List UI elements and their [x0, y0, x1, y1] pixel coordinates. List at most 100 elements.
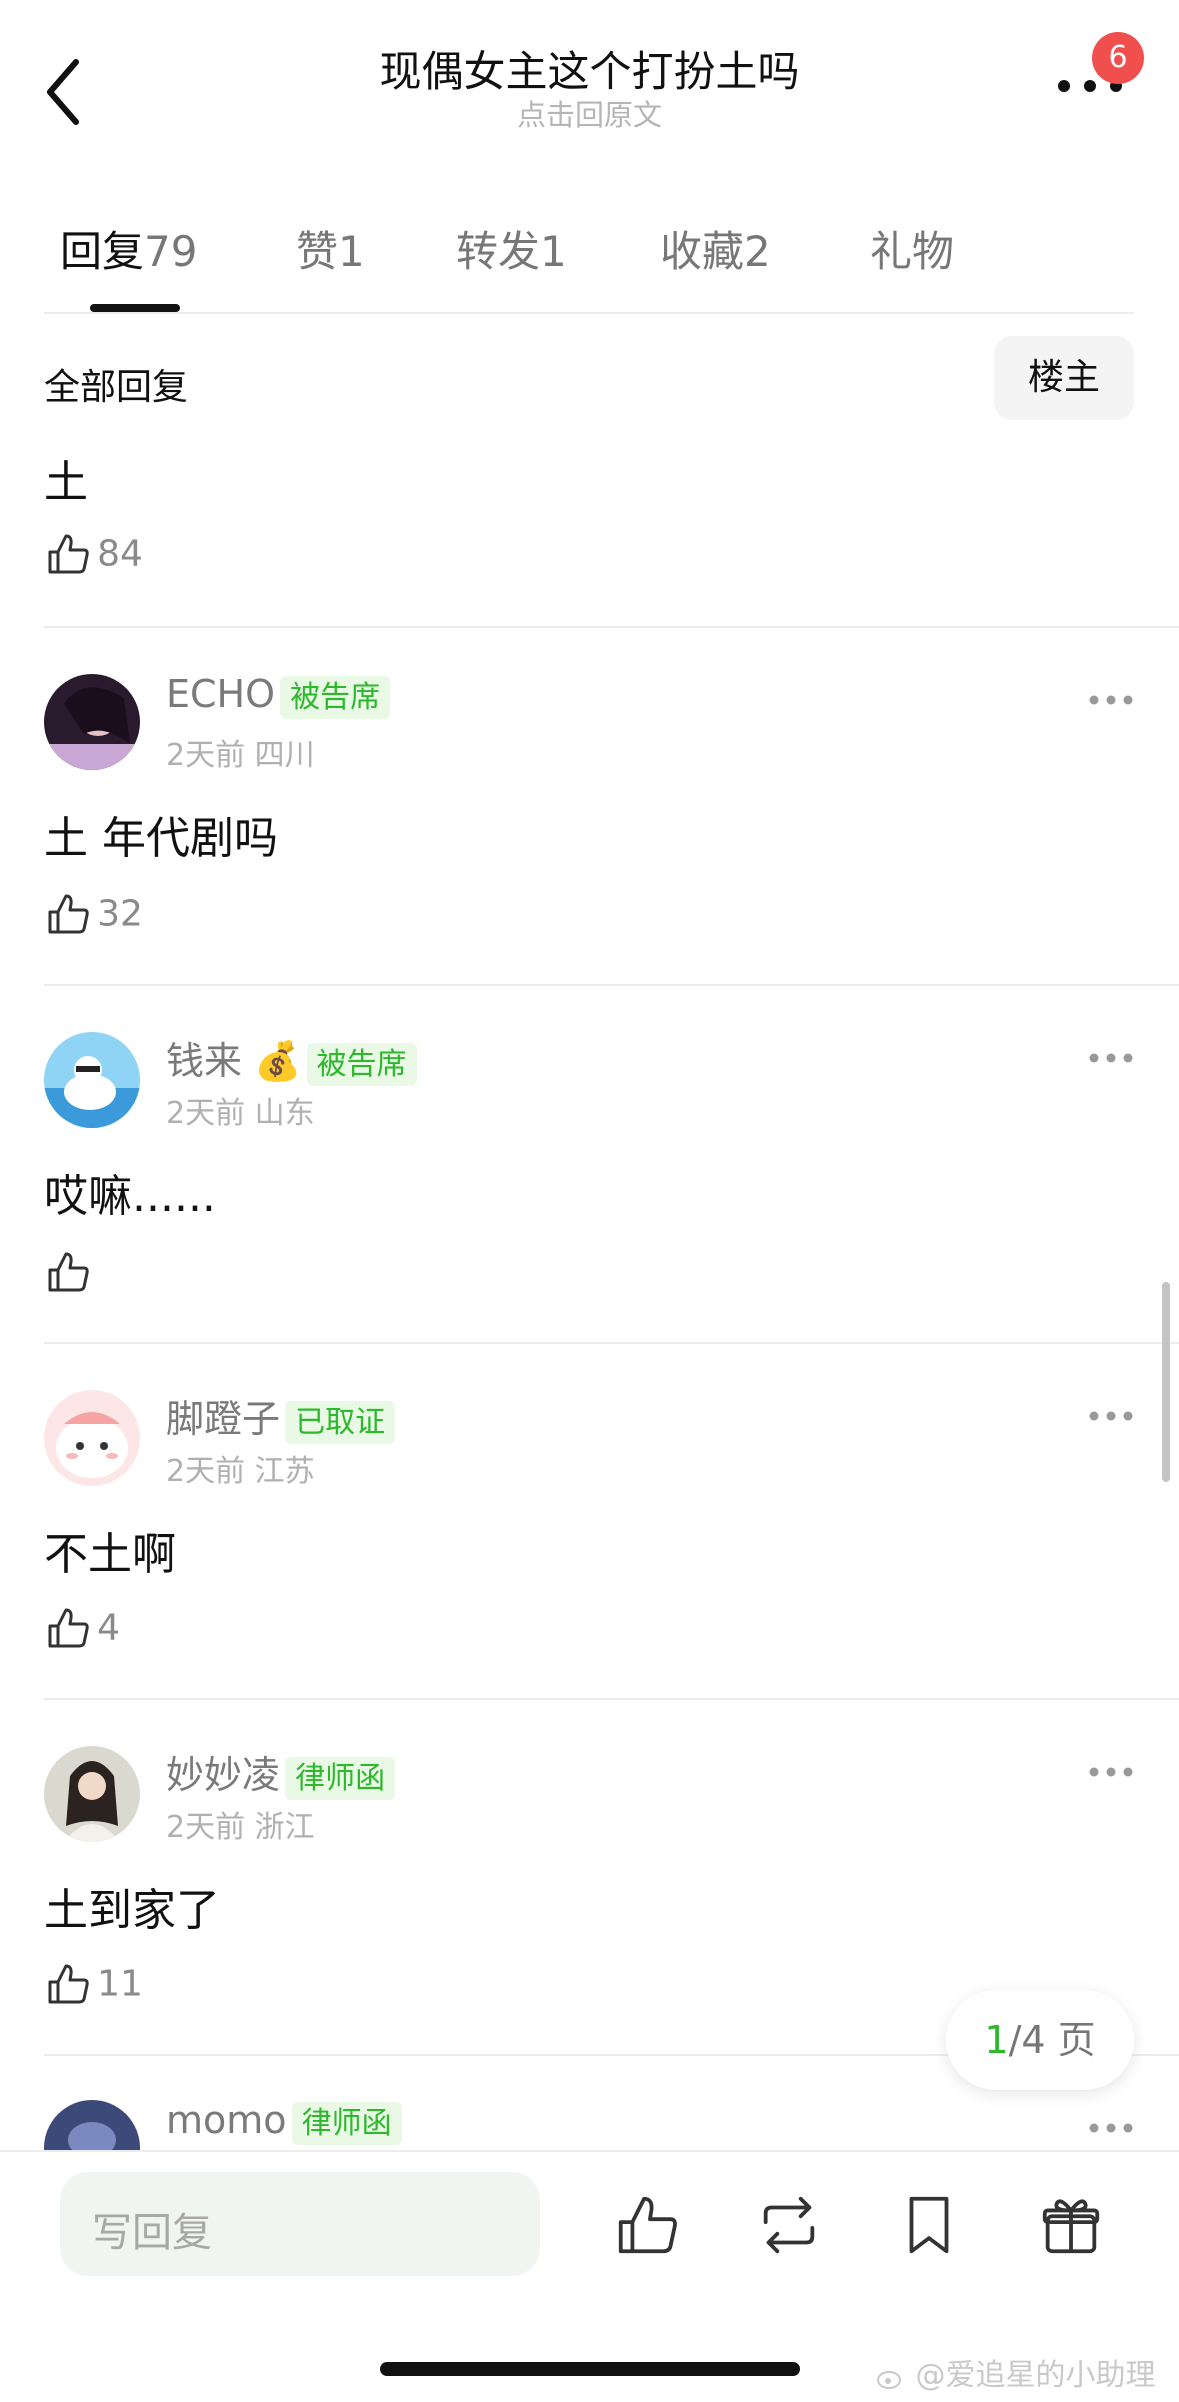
divider: [0, 2150, 1179, 2152]
like-post-button[interactable]: [612, 2190, 682, 2260]
all-replies-label: 全部回复: [44, 367, 189, 408]
username[interactable]: ECHO: [166, 672, 275, 716]
bookmark-button[interactable]: [894, 2190, 964, 2260]
comment-location: 山东: [254, 1096, 315, 1131]
current-page: 1: [984, 2018, 1009, 2062]
divider: [44, 626, 1179, 628]
like-count: 4: [97, 1607, 120, 1649]
scrollbar[interactable]: [1162, 1282, 1170, 1482]
like-button[interactable]: 32: [44, 890, 143, 942]
op-only-button[interactable]: 楼主: [994, 336, 1134, 420]
more-icon: [1089, 1767, 1133, 1777]
comment-location: 江苏: [254, 1454, 315, 1489]
tab-count: 79: [144, 227, 198, 276]
thumbs-up-icon: [48, 1608, 89, 1648]
more-icon: [1089, 1411, 1133, 1421]
comment-location: 浙江: [254, 1810, 315, 1845]
repost-button[interactable]: [754, 2190, 824, 2260]
user-tag: 已取证: [285, 1401, 396, 1444]
like-button[interactable]: 4: [44, 1604, 120, 1656]
tab-reposts[interactable]: 转发1: [456, 218, 567, 279]
comment-meta: 2天前 山东: [166, 1088, 315, 1132]
more-icon: [1089, 2123, 1133, 2133]
comment-header: momo 律师函: [166, 2098, 402, 2145]
comment-header: ECHO 被告席: [166, 672, 391, 719]
comment-meta: 2天前 四川: [166, 730, 315, 774]
comment-more-button[interactable]: [1088, 2120, 1134, 2134]
comment-time: 2天前: [166, 1096, 246, 1131]
comment-time: 2天前: [166, 1454, 246, 1489]
divider: [44, 312, 1134, 314]
thumbs-up-icon: [48, 1964, 89, 2004]
back-to-original-link[interactable]: 点击回原文: [0, 92, 1179, 134]
notification-badge: 6: [1092, 32, 1144, 84]
like-button[interactable]: 84: [44, 530, 143, 582]
like-button[interactable]: [44, 1248, 92, 1300]
user-tag: 律师函: [285, 1757, 396, 1800]
username[interactable]: 脚蹬子: [166, 1397, 280, 1441]
thumbs-up-icon: [48, 894, 89, 934]
comment-more-button[interactable]: [1088, 1050, 1134, 1064]
like-count: 32: [97, 893, 143, 935]
user-tag: 律师函: [291, 2102, 402, 2145]
bookmark-icon: [909, 2196, 949, 2254]
tab-likes[interactable]: 赞1: [296, 218, 365, 279]
tab-label: 礼物: [870, 227, 955, 276]
avatar[interactable]: [44, 1390, 140, 1486]
more-icon: [1089, 695, 1133, 705]
comment-time: 2天前: [166, 1810, 246, 1845]
list-item: momo 律师函: [0, 2096, 1179, 2150]
tab-gifts[interactable]: 礼物: [870, 218, 954, 279]
like-count: 84: [97, 533, 143, 575]
comment-meta: 2天前 浙江: [166, 1802, 315, 1846]
divider: [44, 1342, 1179, 1344]
total-pages: /4 页: [1008, 2018, 1096, 2062]
comment-time: 2天前: [166, 738, 246, 773]
page-title: 现偶女主这个打扮土吗: [379, 47, 800, 96]
user-tag: 被告席: [306, 1043, 417, 1086]
comment-header: 钱来 💰 被告席: [166, 1030, 417, 1086]
avatar[interactable]: [44, 1032, 140, 1128]
comment-text: 不土啊: [44, 1529, 176, 1580]
comment-header: 脚蹬子 已取证: [166, 1388, 396, 1444]
username[interactable]: 妙妙凌: [166, 1753, 280, 1797]
comment-location: 四川: [254, 738, 315, 773]
watermark: @爱追星的小助理: [876, 2350, 1156, 2394]
divider: [44, 1698, 1179, 1700]
like-count: 11: [97, 1963, 143, 2005]
tab-count: 1: [338, 227, 365, 276]
tab-label: 回复: [60, 227, 145, 276]
gift-icon: [1042, 2199, 1100, 2254]
comment-more-button[interactable]: [1088, 1408, 1134, 1422]
tab-label: 赞: [296, 227, 339, 276]
home-indicator[interactable]: [380, 2362, 800, 2376]
tab-replies[interactable]: 回复79: [60, 218, 197, 279]
thumbs-up-icon: [618, 2196, 677, 2254]
like-button[interactable]: 11: [44, 1960, 143, 2012]
comment-text: 土 年代剧吗: [44, 813, 278, 864]
repost-icon: [763, 2196, 815, 2254]
tab-label: 收藏: [660, 227, 745, 276]
comment-more-button[interactable]: [1088, 1764, 1134, 1778]
thumbs-up-icon: [48, 1252, 89, 1292]
gift-button[interactable]: [1036, 2190, 1106, 2260]
comment-text: 土到家了: [44, 1885, 220, 1936]
tab-favorites[interactable]: 收藏2: [660, 218, 771, 279]
avatar[interactable]: [44, 2100, 140, 2150]
avatar[interactable]: [44, 674, 140, 770]
comment-more-button[interactable]: [1088, 692, 1134, 706]
weibo-icon: [877, 2370, 901, 2389]
avatar[interactable]: [44, 1746, 140, 1842]
tab-count: 2: [744, 227, 771, 276]
watermark-text: @爱追星的小助理: [915, 2358, 1156, 2393]
comment-meta: 2天前 江苏: [166, 1446, 315, 1490]
divider: [44, 984, 1179, 986]
tab-label: 转发: [456, 227, 541, 276]
page-indicator[interactable]: 1/4 页: [946, 1990, 1134, 2090]
user-tag: 被告席: [280, 676, 391, 719]
tab-count: 1: [540, 227, 567, 276]
comment-text: 土: [44, 457, 88, 508]
username[interactable]: momo: [166, 2098, 287, 2142]
username[interactable]: 钱来 💰: [166, 1039, 301, 1083]
comment-header: 妙妙凌 律师函: [166, 1744, 396, 1800]
